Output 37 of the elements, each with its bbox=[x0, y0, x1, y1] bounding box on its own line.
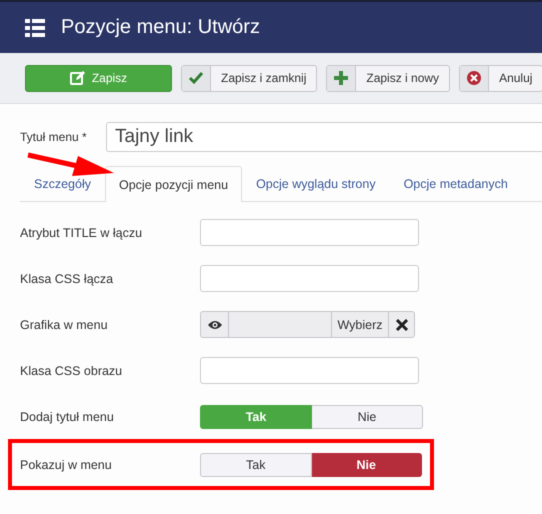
field-label: Atrybut TITLE w łączu bbox=[20, 226, 144, 240]
field-label: Pokazuj w menu bbox=[20, 458, 113, 472]
close-icon bbox=[396, 318, 408, 330]
field-label: Dodaj tytuł menu bbox=[20, 410, 115, 424]
button-label: Zapisz bbox=[92, 71, 128, 85]
text-field[interactable] bbox=[200, 357, 419, 384]
image-path-field[interactable] bbox=[228, 311, 332, 338]
tab[interactable]: Szczegóły bbox=[20, 166, 105, 201]
field-label: Grafika w menu bbox=[20, 318, 109, 332]
toggle-option[interactable]: Nie bbox=[312, 404, 423, 428]
plus-icon bbox=[333, 70, 350, 86]
title-input[interactable]: Tajny link bbox=[106, 122, 542, 152]
toolbar-button[interactable]: Zapisz i zamknij bbox=[181, 64, 318, 92]
eye-icon bbox=[208, 320, 222, 330]
field-label: Klasa CSS obrazu bbox=[20, 364, 124, 378]
check-icon bbox=[188, 70, 204, 86]
toggle-option[interactable]: Nie bbox=[312, 452, 422, 476]
cancel-icon bbox=[466, 70, 482, 86]
toolbar-button[interactable]: Anuluj bbox=[459, 64, 542, 92]
list-icon bbox=[25, 18, 45, 36]
tab[interactable]: Opcje wyglądu strony bbox=[242, 166, 390, 201]
select-button[interactable]: Wybierz bbox=[331, 311, 389, 338]
tab[interactable]: Opcje pozycji menu bbox=[104, 166, 242, 202]
field-label: Klasa CSS łącza bbox=[20, 272, 114, 286]
preview-button[interactable] bbox=[200, 311, 229, 338]
text-field[interactable] bbox=[200, 265, 419, 292]
clear-button[interactable] bbox=[388, 311, 415, 338]
toolbar-button[interactable]: Zapisz i nowy bbox=[326, 64, 450, 92]
button-label: Zapisz i nowy bbox=[365, 71, 440, 85]
button-label: Anuluj bbox=[498, 71, 534, 85]
field-label: Tytuł menu * bbox=[20, 130, 88, 144]
edit-icon bbox=[70, 70, 86, 86]
toggle-option[interactable]: Tak bbox=[200, 452, 312, 476]
tab[interactable]: Opcje metadanych bbox=[390, 166, 522, 201]
page-title: Pozycje menu: Utwórz bbox=[61, 16, 260, 39]
button-label: Zapisz i zamknij bbox=[220, 71, 308, 85]
text-field[interactable] bbox=[200, 219, 419, 246]
